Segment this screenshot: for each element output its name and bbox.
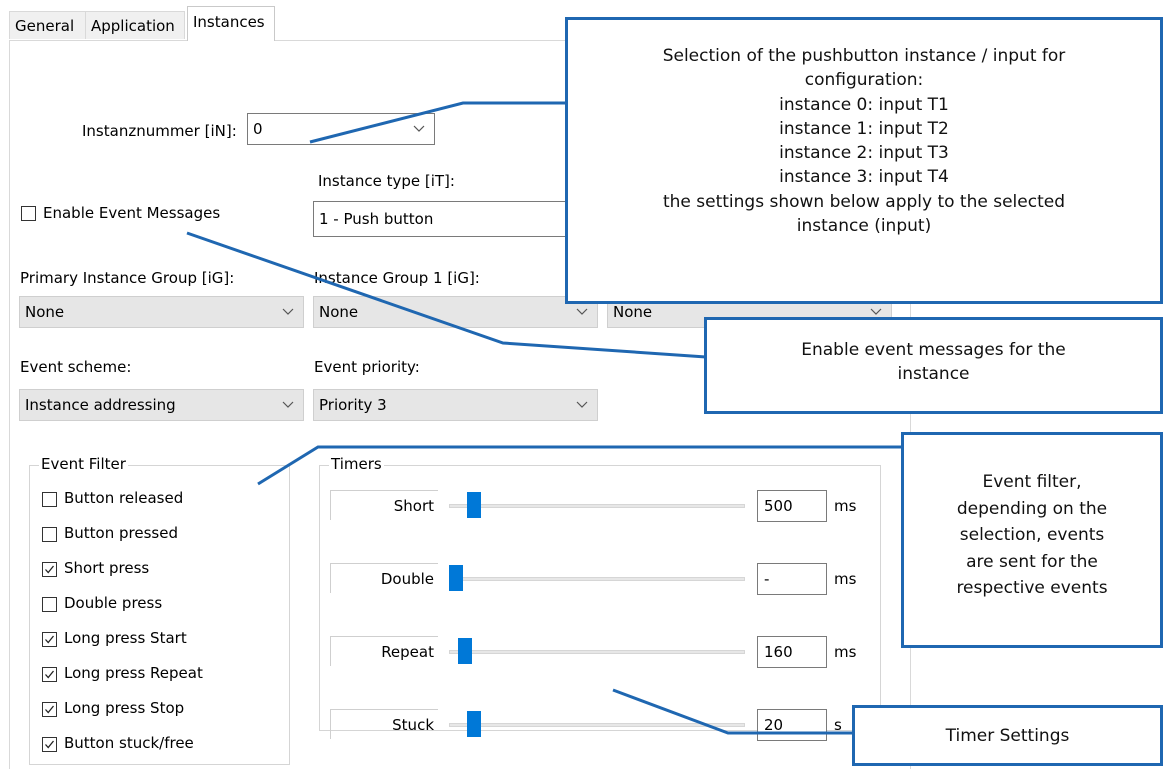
filter-callout-line xyxy=(257,445,903,486)
timer-callout-line xyxy=(612,688,853,735)
instance-callout-line xyxy=(309,101,567,144)
callout-text: selection, events xyxy=(959,525,1105,545)
callout-timer-settings: Timer Settings xyxy=(852,705,1163,766)
callout-text: instance 1: input T2 xyxy=(779,118,949,139)
callout-text: the settings shown below apply to the se… xyxy=(662,191,1065,212)
callout-text: instance xyxy=(897,364,970,385)
callout-text: instance 3: input T4 xyxy=(779,167,949,188)
callout-instance-selection: Selection of the pushbutton instance / i… xyxy=(565,17,1163,304)
callout-text: respective events xyxy=(956,578,1108,598)
callout-text: are sent for the xyxy=(966,551,1098,572)
callout-text: Selection of the pushbutton instance / i… xyxy=(662,46,1066,66)
callout-text: Enable event messages for the xyxy=(801,340,1066,360)
callout-enable-events: Enable event messages for the instance xyxy=(704,317,1163,414)
callout-event-filter: Event filter, depending on the selection… xyxy=(901,432,1163,648)
callout-text: instance 0: input T1 xyxy=(779,94,949,115)
callout-text: Timer Settings xyxy=(945,726,1070,746)
callout-text: Event filter, xyxy=(982,472,1082,492)
callout-text: instance 2: input T3 xyxy=(779,143,949,164)
callout-text: instance (input) xyxy=(796,216,932,237)
tab-instances[interactable]: Instances xyxy=(187,6,275,41)
callout-text: depending on the xyxy=(956,498,1108,519)
callout-text: configuration: xyxy=(804,70,924,91)
